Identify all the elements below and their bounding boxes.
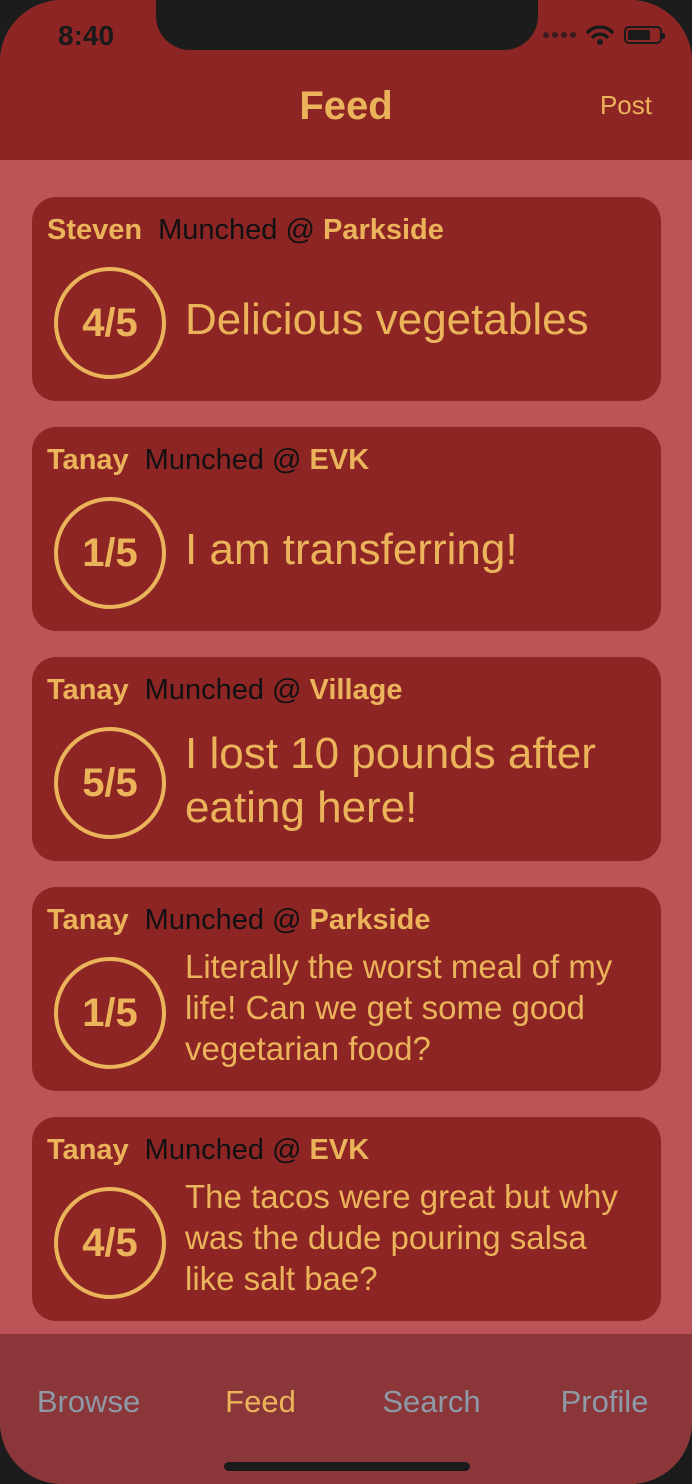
rating-badge: 4/5: [54, 267, 166, 379]
tab-browse[interactable]: Browse: [2, 1384, 175, 1420]
username[interactable]: Tanay: [47, 1134, 129, 1166]
page-title: Feed: [299, 84, 393, 128]
place-name[interactable]: EVK: [310, 444, 370, 476]
username[interactable]: Steven: [47, 214, 142, 246]
rating-badge: 1/5: [54, 957, 166, 1069]
feed-card[interactable]: Tanay Munched @ EVK 4/5 The tacos were gr…: [32, 1117, 661, 1321]
tab-feed[interactable]: Feed: [174, 1384, 347, 1420]
card-header: Tanay Munched @ Parkside: [47, 904, 430, 937]
tab-profile[interactable]: Profile: [518, 1384, 691, 1420]
username[interactable]: Tanay: [47, 904, 129, 936]
place-name[interactable]: Village: [310, 674, 403, 706]
status-time: 8:40: [58, 20, 115, 51]
signal-dots-icon: [543, 32, 576, 38]
phone-screen: 8:40 Feed Post Steven Munched @ Parkside …: [0, 0, 692, 1484]
rating-badge: 1/5: [54, 497, 166, 609]
review-text: Literally the worst meal of my life! Can…: [185, 948, 613, 1067]
rating-badge: 4/5: [54, 1187, 166, 1299]
munched-label: Munched @: [158, 214, 315, 246]
rating-badge: 5/5: [54, 727, 166, 839]
nav-header: 8:40 Feed Post: [0, 0, 692, 160]
home-indicator[interactable]: [224, 1462, 470, 1471]
feed-card[interactable]: Steven Munched @ Parkside 4/5 Delicious v…: [32, 197, 661, 401]
munched-label: Munched @: [144, 904, 302, 936]
feed-card[interactable]: Tanay Munched @ EVK 1/5 I am transferring…: [32, 427, 661, 631]
review-text: I lost 10 pounds after eating here!: [185, 729, 596, 832]
munched-label: Munched @: [144, 1134, 302, 1166]
device-notch: [156, 0, 538, 50]
card-header: Tanay Munched @ EVK: [47, 444, 369, 477]
post-button[interactable]: Post: [600, 90, 652, 121]
munched-label: Munched @: [144, 674, 302, 706]
place-name[interactable]: Parkside: [310, 904, 431, 936]
username[interactable]: Tanay: [47, 674, 129, 706]
review-text: The tacos were great but why was the dud…: [185, 1178, 618, 1297]
tab-search[interactable]: Search: [345, 1384, 518, 1420]
battery-icon: [624, 26, 665, 44]
card-header: Tanay Munched @ EVK: [47, 1134, 369, 1167]
username[interactable]: Tanay: [47, 444, 129, 476]
status-icons: [543, 24, 665, 46]
wifi-icon: [586, 25, 614, 45]
place-name[interactable]: EVK: [310, 1134, 370, 1166]
feed-card[interactable]: Tanay Munched @ Village 5/5 I lost 10 pou…: [32, 657, 661, 861]
review-text: Delicious vegetables: [185, 295, 589, 344]
card-header: Tanay Munched @ Village: [47, 674, 403, 707]
feed-card[interactable]: Tanay Munched @ Parkside 1/5 Literally th…: [32, 887, 661, 1091]
munched-label: Munched @: [144, 444, 302, 476]
review-text: I am transferring!: [185, 525, 518, 574]
place-name[interactable]: Parkside: [323, 214, 444, 246]
card-header: Steven Munched @ Parkside: [47, 214, 444, 247]
